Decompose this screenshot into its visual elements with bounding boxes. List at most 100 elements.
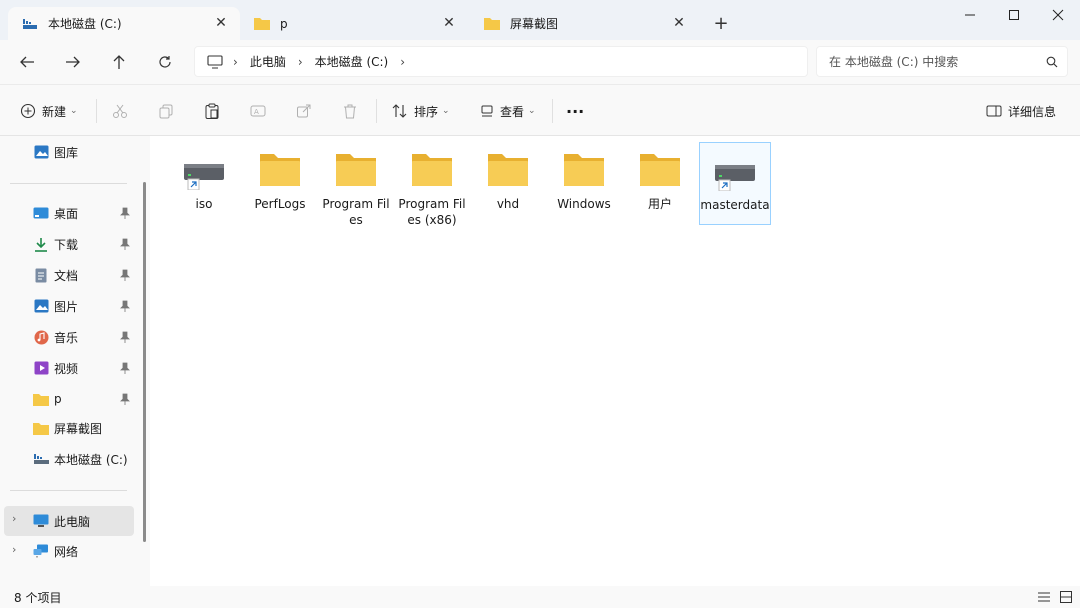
- navigation-bar: › 此电脑 › 本地磁盘 (C:) › 在 本地磁盘 (C:) 中搜索: [0, 40, 1080, 84]
- sidebar-scrollbar[interactable]: [143, 182, 146, 542]
- sort-button[interactable]: 排序 ⌄: [392, 97, 450, 125]
- new-button[interactable]: 新建 ⌄: [20, 97, 78, 125]
- pin-icon[interactable]: [120, 362, 130, 374]
- tab-label: p: [280, 16, 288, 31]
- view-label: 查看: [500, 104, 525, 119]
- new-label: 新建: [42, 104, 67, 119]
- chevron-right-icon[interactable]: ›: [298, 55, 303, 69]
- sidebar-item-gallery[interactable]: 图库: [0, 138, 134, 166]
- file-list: iso PerfLogs Program Files Program Files…: [150, 136, 1080, 586]
- sidebar-item-label: 此电脑: [54, 514, 91, 529]
- folder-name: Program Files (x86): [398, 197, 466, 227]
- new-tab-button[interactable]: +: [708, 12, 734, 34]
- details-label: 详细信息: [1008, 104, 1057, 119]
- sidebar-item-desktop[interactable]: 桌面: [0, 199, 134, 227]
- search-icon: [1037, 56, 1067, 68]
- drive-icon: [22, 16, 38, 32]
- close-tab-icon[interactable]: ✕: [212, 14, 230, 32]
- sidebar-item-screenshots[interactable]: 屏幕截图: [0, 414, 134, 442]
- view-button[interactable]: 查看 ⌄: [480, 97, 536, 125]
- sidebar-item-music[interactable]: 音乐: [0, 323, 134, 351]
- folder-item-program-files[interactable]: Program Files: [320, 142, 392, 227]
- up-arrow-icon[interactable]: [104, 48, 134, 76]
- content-scrollbar[interactable]: [1071, 136, 1080, 586]
- sidebar-item-label: 网络: [54, 544, 79, 559]
- share-icon: [296, 103, 312, 119]
- sidebar-item-videos[interactable]: 视频: [0, 354, 134, 382]
- download-icon: [33, 236, 49, 252]
- folder-item-program-files-x86[interactable]: Program Files (x86): [396, 142, 468, 227]
- chevron-right-icon[interactable]: ›: [12, 512, 16, 525]
- plus-circle-icon: [20, 103, 36, 119]
- close-tab-icon[interactable]: ✕: [670, 14, 688, 32]
- search-input[interactable]: 在 本地磁盘 (C:) 中搜索: [816, 46, 1068, 77]
- folder-item-vhd[interactable]: vhd: [472, 142, 544, 226]
- folder-icon: [408, 150, 456, 190]
- folder-item-windows[interactable]: Windows: [548, 142, 620, 226]
- sidebar-item-downloads[interactable]: 下载: [0, 230, 134, 258]
- desktop-icon: [33, 205, 49, 221]
- folder-icon: [484, 150, 532, 190]
- search-placeholder: 在 本地磁盘 (C:) 中搜索: [829, 55, 959, 69]
- sidebar-item-label: 文档: [54, 268, 79, 283]
- sidebar-item-local-disk[interactable]: 本地磁盘 (C:): [0, 445, 134, 473]
- copy-button[interactable]: [158, 97, 174, 125]
- minimize-icon[interactable]: [948, 2, 992, 28]
- tab-p[interactable]: p ✕: [240, 7, 468, 40]
- rename-icon: A: [250, 103, 266, 119]
- divider: [552, 99, 553, 123]
- sidebar-item-pictures[interactable]: 图片: [0, 292, 134, 320]
- divider: [376, 99, 377, 123]
- tab-bar: 本地磁盘 (C:) ✕ p ✕ 屏幕截图 ✕ +: [0, 0, 1080, 40]
- cut-button[interactable]: [112, 97, 128, 125]
- breadcrumb-local-disk[interactable]: 本地磁盘 (C:): [315, 53, 389, 70]
- maximize-icon[interactable]: [992, 2, 1036, 28]
- sidebar-item-label: 图库: [54, 145, 79, 160]
- chevron-down-icon: ⌄: [528, 106, 536, 116]
- close-tab-icon[interactable]: ✕: [440, 14, 458, 32]
- folder-item-users[interactable]: 用户: [624, 142, 696, 226]
- rename-button[interactable]: A: [250, 97, 266, 125]
- sort-icon: [392, 103, 408, 119]
- chevron-right-icon[interactable]: ›: [400, 55, 405, 69]
- breadcrumb-this-pc[interactable]: 此电脑: [250, 53, 286, 70]
- sidebar-item-label: 视频: [54, 361, 79, 376]
- share-button[interactable]: [296, 97, 312, 125]
- pin-icon[interactable]: [120, 238, 130, 250]
- sidebar-item-this-pc[interactable]: › 此电脑: [4, 506, 134, 536]
- tab-local-disk[interactable]: 本地磁盘 (C:) ✕: [8, 7, 240, 40]
- pin-icon[interactable]: [120, 300, 130, 312]
- refresh-icon[interactable]: [150, 48, 180, 76]
- pin-icon[interactable]: [120, 269, 130, 281]
- file-item-masterdata[interactable]: masterdata: [699, 142, 771, 225]
- close-icon[interactable]: [1036, 2, 1080, 28]
- chevron-right-icon[interactable]: ›: [233, 55, 238, 69]
- chevron-right-icon[interactable]: ›: [12, 543, 16, 556]
- details-button[interactable]: 详细信息: [986, 97, 1056, 125]
- pin-icon[interactable]: [120, 331, 130, 343]
- details-view-icon[interactable]: [1036, 589, 1052, 605]
- sidebar-item-documents[interactable]: 文档: [0, 261, 134, 289]
- sort-label: 排序: [414, 104, 439, 119]
- sidebar-item-label: 桌面: [54, 206, 79, 221]
- tab-label: 本地磁盘 (C:): [48, 17, 122, 31]
- command-bar: 新建 ⌄ A 排序 ⌄ 查看 ⌄ ··· 详细信息: [0, 84, 1080, 136]
- more-options-button[interactable]: ···: [566, 97, 584, 125]
- pin-icon[interactable]: [120, 393, 130, 405]
- tiles-view-icon[interactable]: [1058, 589, 1074, 605]
- sidebar-item-network[interactable]: › 网络: [0, 537, 134, 565]
- forward-arrow-icon[interactable]: [58, 48, 88, 76]
- folder-item-perflogs[interactable]: PerfLogs: [244, 142, 316, 226]
- address-bar[interactable]: › 此电脑 › 本地磁盘 (C:) ›: [194, 46, 808, 77]
- delete-button[interactable]: [342, 97, 358, 125]
- pin-icon[interactable]: [120, 207, 130, 219]
- back-arrow-icon[interactable]: [12, 48, 42, 76]
- folder-icon: [256, 150, 304, 190]
- tab-screenshots[interactable]: 屏幕截图 ✕: [470, 7, 698, 40]
- paste-button[interactable]: [204, 97, 220, 125]
- folder-name: vhd: [496, 197, 520, 211]
- music-icon: [33, 329, 49, 345]
- file-item-iso[interactable]: iso: [168, 142, 240, 226]
- sidebar-item-p[interactable]: p: [0, 385, 134, 413]
- view-icon: [480, 104, 494, 118]
